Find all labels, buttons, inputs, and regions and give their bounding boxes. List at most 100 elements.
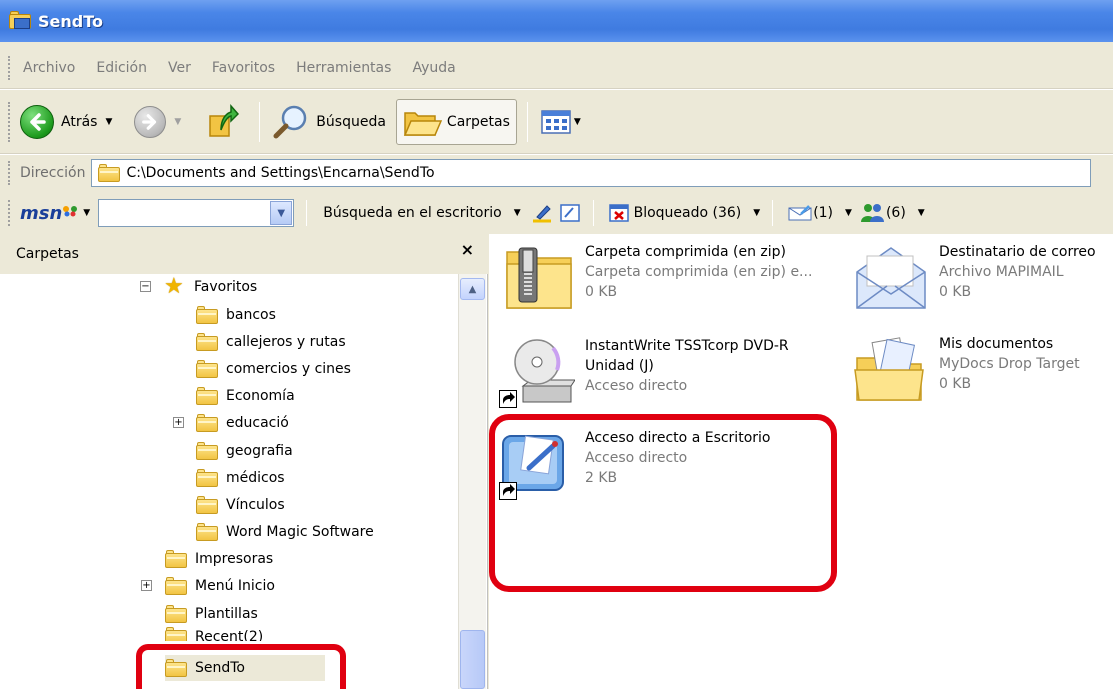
tree-item-educacio[interactable]: educació	[196, 410, 289, 436]
star-icon: ★	[164, 274, 184, 299]
folder-icon	[196, 414, 218, 432]
folder-tree-scrollbar[interactable]: ▲	[458, 274, 486, 689]
address-input[interactable]: C:\Documents and Settings\Encarna\SendTo	[91, 159, 1092, 187]
msn-separator-2	[592, 200, 594, 226]
tree-item-label: Recent(2)	[195, 629, 264, 641]
msn-separator	[306, 200, 308, 226]
file-size: 0 KB	[939, 284, 972, 300]
msn-dropdown-icon: ▼	[83, 208, 91, 218]
folders-button-label: Carpetas	[446, 114, 510, 130]
folder-icon	[196, 306, 218, 324]
forward-button[interactable]: ▼	[134, 106, 181, 138]
tree-item-label: Plantillas	[195, 606, 258, 622]
file-item-desktop-shortcut[interactable]: Acceso directo a Escritorio Acceso direc…	[499, 428, 770, 500]
title-bar[interactable]: SendTo	[0, 0, 1113, 42]
tree-item-label: Vínculos	[226, 497, 285, 513]
menu-herramientas[interactable]: Herramientas	[293, 56, 394, 80]
tree-item-impresoras[interactable]: Impresoras	[165, 546, 273, 572]
file-name: Destinatario de correo	[939, 244, 1096, 260]
back-dropdown-icon[interactable]: ▼	[105, 117, 112, 127]
file-type: Acceso directo	[585, 378, 688, 394]
msn-toolbar-grip[interactable]	[8, 200, 11, 226]
tree-item-recent[interactable]: Recent(2)	[165, 627, 263, 641]
tree-item-plantillas[interactable]: Plantillas	[165, 601, 258, 627]
address-bar-grip[interactable]	[8, 161, 11, 185]
menu-edicion[interactable]: Edición	[93, 56, 150, 80]
folder-icon	[196, 360, 218, 378]
menu-bar: Archivo Edición Ver Favoritos Herramient…	[0, 50, 1113, 86]
tree-item-bancos[interactable]: bancos	[196, 302, 276, 328]
expand-educacio-icon[interactable]: +	[173, 417, 184, 428]
desktop-search-button[interactable]: Búsqueda en el escritorio ▼	[323, 205, 520, 221]
menu-ayuda[interactable]: Ayuda	[409, 56, 458, 80]
msn-search-input[interactable]: ▼	[98, 199, 295, 227]
msn-search-dropdown-icon[interactable]: ▼	[270, 201, 293, 225]
scrollbar-thumb[interactable]	[460, 630, 485, 689]
tree-item-comercios[interactable]: comercios y cines	[196, 356, 351, 382]
expand-menu-inicio-icon[interactable]: +	[141, 580, 152, 591]
zip-folder-icon	[499, 242, 575, 314]
tree-item-word-magic[interactable]: Word Magic Software	[196, 519, 374, 545]
views-button[interactable]: ▼	[534, 99, 587, 145]
tree-item-sendto[interactable]: SendTo	[165, 655, 325, 681]
search-button[interactable]: Búsqueda	[266, 99, 392, 145]
mail-button[interactable]: (1) ▼	[787, 204, 852, 222]
file-item-my-documents[interactable]: Mis documentos MyDocs Drop Target 0 KB	[853, 334, 1080, 406]
file-size: 0 KB	[939, 376, 972, 392]
collapse-favoritos-icon[interactable]: −	[140, 281, 151, 292]
file-item-instantwrite[interactable]: InstantWrite TSSTcorp DVD-R Unidad (J) A…	[499, 336, 789, 408]
toolbar-grip[interactable]	[8, 102, 11, 142]
window-title: SendTo	[38, 11, 103, 31]
file-name-line2: Unidad (J)	[585, 358, 654, 374]
highlight-button[interactable]	[531, 203, 553, 223]
close-icon[interactable]: ×	[461, 240, 474, 259]
menu-archivo[interactable]: Archivo	[20, 56, 78, 80]
tree-item-callejeros[interactable]: callejeros y rutas	[196, 329, 346, 355]
tree-item-menu-inicio[interactable]: Menú Inicio	[165, 573, 275, 599]
file-type: Carpeta comprimida (en zip) e...	[585, 264, 813, 280]
tree-item-medicos[interactable]: médicos	[196, 465, 285, 491]
mail-icon	[788, 205, 812, 221]
toolbar-separator	[259, 102, 261, 142]
up-folder-button[interactable]	[207, 102, 240, 142]
views-icon	[541, 110, 571, 134]
folders-button[interactable]: Carpetas	[395, 99, 517, 145]
back-button[interactable]: Atrás ▼	[20, 105, 112, 139]
contacts-button[interactable]: (6) ▼	[860, 202, 925, 224]
folder-icon	[196, 387, 218, 405]
shortcut-arrow-icon	[499, 390, 517, 408]
file-item-mail-recipient[interactable]: Destinatario de correo Archivo MAPIMAIL …	[853, 242, 1096, 314]
folder-icon	[165, 627, 187, 641]
tree-item-label: educació	[226, 415, 289, 431]
folder-icon	[165, 659, 187, 677]
file-item-zip-folder[interactable]: Carpeta comprimida (en zip) Carpeta comp…	[499, 242, 812, 314]
tree-item-vinculos[interactable]: Vínculos	[196, 492, 285, 518]
file-name: Carpeta comprimida (en zip)	[585, 244, 786, 260]
msn-logo-button[interactable]: msn ▼	[20, 203, 90, 224]
views-dropdown-icon: ▼	[573, 117, 581, 127]
content-pane: Carpeta comprimida (en zip) Carpeta comp…	[489, 234, 1113, 689]
contacts-icon	[860, 204, 884, 222]
tree-item-favoritos[interactable]: ★ Favoritos	[164, 274, 257, 300]
tree-item-label: Menú Inicio	[195, 578, 275, 594]
tree-item-label: SendTo	[195, 660, 245, 676]
notes-icon	[559, 204, 580, 222]
tree-item-geografia[interactable]: geografia	[196, 438, 293, 464]
tree-item-label: Economía	[226, 388, 295, 404]
msn-logo-text: msn	[20, 202, 63, 224]
notes-button[interactable]	[559, 203, 581, 223]
folder-tree: − ★ Favoritos bancos callejeros y rutas …	[0, 274, 458, 689]
file-details: Mis documentos MyDocs Drop Target 0 KB	[939, 334, 1080, 394]
address-label: Dirección	[20, 165, 86, 181]
popup-blocker-button[interactable]: Bloqueado (36) ▼	[608, 203, 760, 223]
dvd-drive-icon	[499, 336, 576, 408]
menu-favoritos[interactable]: Favoritos	[209, 56, 278, 80]
menu-bar-grip[interactable]	[8, 56, 11, 80]
scroll-up-icon[interactable]: ▲	[460, 278, 485, 300]
toolbar-separator-2	[526, 102, 528, 142]
tree-item-economia[interactable]: Economía	[196, 383, 295, 409]
forward-dropdown-icon[interactable]: ▼	[174, 117, 181, 127]
folders-pane-title: Carpetas	[16, 246, 79, 262]
menu-ver[interactable]: Ver	[165, 56, 194, 80]
highlighter-icon	[532, 205, 551, 223]
